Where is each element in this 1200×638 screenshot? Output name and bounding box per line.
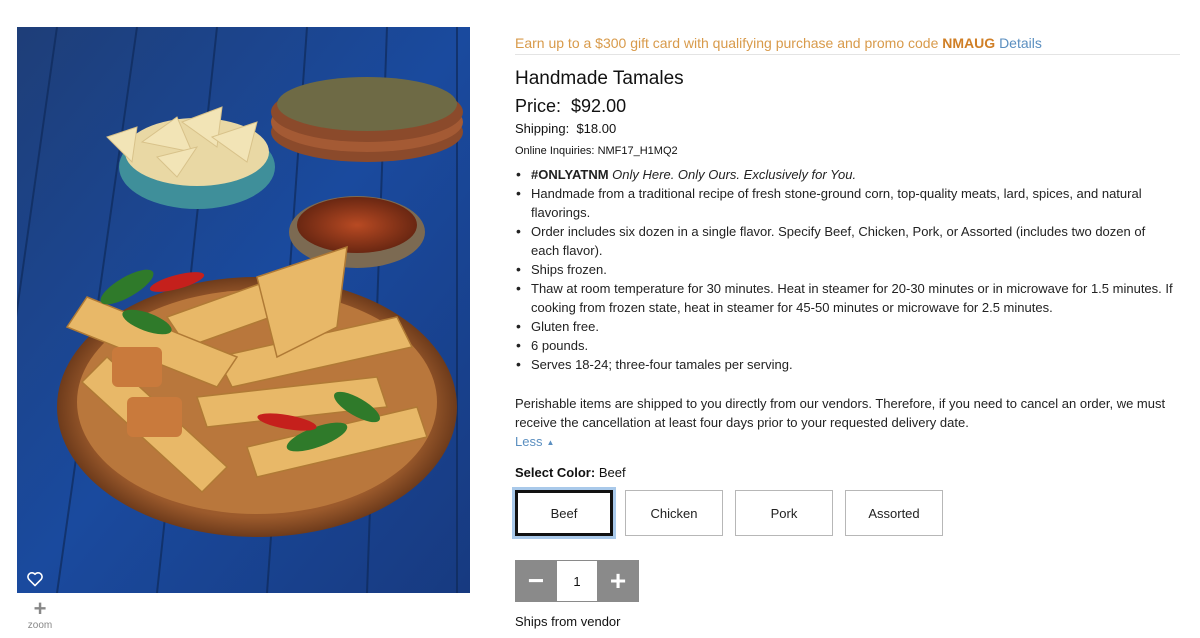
- option-chicken[interactable]: Chicken: [625, 490, 723, 536]
- zoom-label: zoom: [27, 620, 53, 631]
- less-toggle[interactable]: Less ▲: [515, 434, 554, 449]
- ships-from-vendor: Ships from vendor: [515, 614, 621, 629]
- quantity-input[interactable]: [557, 560, 597, 602]
- zoom-button[interactable]: + zoom: [24, 596, 56, 632]
- heart-outline-icon[interactable]: [26, 571, 44, 587]
- promo-text: Earn up to a $300 gift card with qualify…: [515, 35, 943, 51]
- product-price: Price: $92.00: [515, 96, 626, 117]
- list-item: Serves 18-24; three-four tamales per ser…: [515, 355, 1175, 374]
- inquiries-label: Online Inquiries:: [515, 145, 595, 157]
- price-label: Price:: [515, 96, 562, 116]
- quantity-stepper: − +: [515, 560, 639, 602]
- product-title: Handmade Tamales: [515, 68, 684, 89]
- option-assorted[interactable]: Assorted: [845, 490, 943, 536]
- list-item: Thaw at room temperature for 30 minutes.…: [515, 279, 1175, 317]
- list-item: #ONLYATNM Only Here. Only Ours. Exclusiv…: [515, 165, 1175, 184]
- color-options: Beef Chicken Pork Assorted: [515, 490, 943, 536]
- list-item: Handmade from a traditional recipe of fr…: [515, 184, 1175, 222]
- onlyatnm-tag: #ONLYATNM: [531, 167, 609, 182]
- shipping-label: Shipping:: [515, 121, 570, 136]
- product-description-list: #ONLYATNM Only Here. Only Ours. Exclusiv…: [515, 165, 1175, 374]
- product-image[interactable]: [17, 27, 470, 593]
- less-label: Less: [515, 434, 543, 449]
- shipping-value: $18.00: [576, 121, 617, 136]
- inquiries-code: NMF17_H1MQ2: [597, 145, 678, 157]
- selected-color-value: Beef: [598, 465, 626, 480]
- caret-up-icon: ▲: [546, 438, 555, 447]
- option-beef[interactable]: Beef: [515, 490, 613, 536]
- list-item: Ships frozen.: [515, 260, 1175, 279]
- select-color-label: Select Color:: [515, 465, 596, 480]
- shipping-cost: Shipping: $18.00: [515, 121, 616, 136]
- plus-icon: +: [33, 596, 47, 621]
- decrement-button[interactable]: −: [515, 560, 557, 602]
- list-item: Gluten free.: [515, 317, 1175, 336]
- perishable-note: Perishable items are shipped to you dire…: [515, 396, 1166, 430]
- promo-banner: Earn up to a $300 gift card with qualify…: [515, 35, 1180, 55]
- online-inquiries: Online Inquiries: NMF17_H1MQ2: [515, 145, 678, 157]
- select-color-heading: Select Color: Beef: [515, 465, 626, 480]
- increment-button[interactable]: +: [597, 560, 639, 602]
- list-item: 6 pounds.: [515, 336, 1175, 355]
- promo-code: NMAUG: [942, 35, 996, 51]
- price-value: $92.00: [571, 96, 627, 116]
- onlyatnm-tagline: Only Here. Only Ours. Exclusively for Yo…: [612, 167, 857, 182]
- option-pork[interactable]: Pork: [735, 490, 833, 536]
- promo-details-link[interactable]: Details: [999, 35, 1042, 51]
- list-item: Order includes six dozen in a single fla…: [515, 222, 1175, 260]
